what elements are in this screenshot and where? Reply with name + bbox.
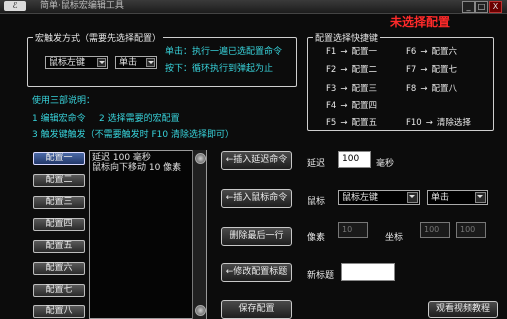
- mouse-label: 鼠标: [307, 197, 326, 207]
- config-button-8[interactable]: 配置八: [33, 305, 85, 318]
- shortcut-item: F1 → 配置一: [326, 47, 377, 58]
- title-bar: ℰ 简单·鼠标宏编辑工具 _ □ X: [0, 0, 507, 14]
- delay-unit-label: 毫秒: [376, 159, 395, 169]
- trigger-mouse-select-value: 鼠标左键: [49, 58, 86, 68]
- shortcut-key: F7: [406, 65, 417, 75]
- shortcut-item: F7 → 配置七: [406, 65, 457, 76]
- trigger-hint-hold: 按下：循环执行到弹起为止: [165, 64, 274, 74]
- arrow-right-icon: →: [340, 47, 348, 57]
- scroll-up-icon[interactable]: [195, 153, 206, 164]
- shortcut-key: F10: [406, 118, 422, 128]
- arrow-right-icon: →: [425, 118, 433, 128]
- arrow-right-icon: →: [340, 101, 348, 111]
- trigger-mouse-select[interactable]: 鼠标左键: [45, 56, 108, 69]
- new-title-input[interactable]: [341, 263, 395, 281]
- coord-y-input[interactable]: 100: [456, 222, 486, 238]
- shortcut-item: F10 → 清除选择: [406, 118, 471, 129]
- trigger-mode-select[interactable]: 单击: [115, 56, 157, 69]
- command-list-item[interactable]: 鼠标向下移动 10 像素: [92, 163, 181, 173]
- shortcut-target: 配置一: [351, 47, 377, 57]
- config-button-5[interactable]: 配置五: [33, 240, 85, 253]
- chevron-down-icon: [407, 192, 418, 203]
- shortcut-target: 清除选择: [436, 118, 471, 128]
- config-button-6[interactable]: 配置六: [33, 262, 85, 275]
- window-title: 简单·鼠标宏编辑工具: [40, 1, 124, 11]
- save-config-button[interactable]: 保存配置: [221, 300, 292, 319]
- shortcut-key: F2: [326, 65, 337, 75]
- coord-x-input[interactable]: 100: [420, 222, 450, 238]
- delay-label: 延迟: [307, 159, 326, 169]
- minimize-button[interactable]: _: [462, 1, 475, 13]
- arrow-right-icon: →: [420, 84, 428, 94]
- shortcut-target: 配置六: [431, 47, 457, 57]
- shortcut-key: F6: [406, 47, 417, 57]
- mouse-button-select-value: 鼠标左键: [342, 193, 379, 203]
- chevron-down-icon: [146, 58, 155, 67]
- modify-title-button[interactable]: ←修改配置标题: [221, 263, 292, 282]
- insert-mouse-button[interactable]: ←插入鼠标命令: [221, 189, 292, 208]
- shortcut-item: F2 → 配置二: [326, 65, 377, 76]
- watch-video-tutorial-button[interactable]: 观看视频教程: [428, 301, 498, 318]
- shortcut-key: F3: [326, 84, 337, 94]
- shortcut-target: 配置五: [351, 118, 377, 128]
- command-list-scrollbar[interactable]: [192, 150, 206, 319]
- arrow-right-icon: →: [340, 65, 348, 75]
- pixel-input[interactable]: 10: [338, 222, 368, 238]
- arrow-right-icon: →: [420, 65, 428, 75]
- arrow-right-icon: →: [420, 47, 428, 57]
- config-button-2[interactable]: 配置二: [33, 174, 85, 187]
- shortcut-item: F3 → 配置三: [326, 84, 377, 95]
- shortcut-key: F8: [406, 84, 417, 94]
- selected-config-status: 未选择配置: [390, 15, 451, 29]
- shortcut-item: F8 → 配置八: [406, 84, 457, 95]
- shortcut-target: 配置七: [431, 65, 457, 75]
- shortcut-item: F4 → 配置四: [326, 101, 377, 112]
- config-button-3[interactable]: 配置三: [33, 196, 85, 209]
- config-button-4[interactable]: 配置四: [33, 218, 85, 231]
- close-button[interactable]: X: [489, 1, 502, 13]
- trigger-hint-click: 单击：执行一遍已选配置命令: [165, 47, 283, 57]
- usage-step-3: 3 触发键触发（不需要触发时 F10 清除选择即可）: [32, 130, 234, 140]
- chevron-down-icon: [475, 192, 486, 203]
- shortcut-target: 配置二: [351, 65, 377, 75]
- new-title-label: 新标题: [307, 271, 335, 281]
- config-button-7[interactable]: 配置七: [33, 284, 85, 297]
- app-icon: ℰ: [4, 1, 26, 11]
- shortcut-target: 配置八: [431, 84, 457, 94]
- shortcut-key: F1: [326, 47, 337, 57]
- usage-step-1: 1 编辑宏命令: [32, 114, 86, 124]
- shortcut-target: 配置三: [351, 84, 377, 94]
- pixel-label: 像素: [307, 233, 326, 243]
- trigger-group-title: 宏触发方式（需要先选择配置）: [33, 31, 164, 44]
- arrow-right-icon: →: [340, 84, 348, 94]
- command-list-item[interactable]: 延迟 100 毫秒: [92, 153, 151, 163]
- coord-label: 坐标: [385, 233, 404, 243]
- usage-step-2: 2 选择需要的宏配置: [99, 114, 180, 124]
- scroll-down-icon[interactable]: [195, 305, 206, 316]
- delay-input[interactable]: 100: [338, 151, 371, 168]
- shortcut-item: F6 → 配置六: [406, 47, 457, 58]
- command-list[interactable]: 延迟 100 毫秒 鼠标向下移动 10 像素: [89, 150, 207, 319]
- shortcut-group-title: 配置选择快捷键: [313, 31, 381, 44]
- shortcut-key: F5: [326, 118, 337, 128]
- trigger-mode-select-value: 单击: [119, 58, 138, 68]
- usage-title: 使用三部说明：: [32, 96, 96, 106]
- config-button-1[interactable]: 配置一: [33, 152, 85, 165]
- maximize-button[interactable]: □: [475, 1, 488, 13]
- shortcut-target: 配置四: [351, 101, 377, 111]
- arrow-right-icon: →: [340, 118, 348, 128]
- shortcut-item: F5 → 配置五: [326, 118, 377, 129]
- delete-last-line-button[interactable]: 删除最后一行: [221, 227, 292, 246]
- mouse-mode-select-value: 单击: [431, 193, 450, 203]
- insert-delay-button[interactable]: ←插入延迟命令: [221, 151, 292, 170]
- mouse-button-select[interactable]: 鼠标左键: [338, 190, 420, 205]
- mouse-mode-select[interactable]: 单击: [427, 190, 488, 205]
- chevron-down-icon: [97, 58, 106, 67]
- shortcut-key: F4: [326, 101, 337, 111]
